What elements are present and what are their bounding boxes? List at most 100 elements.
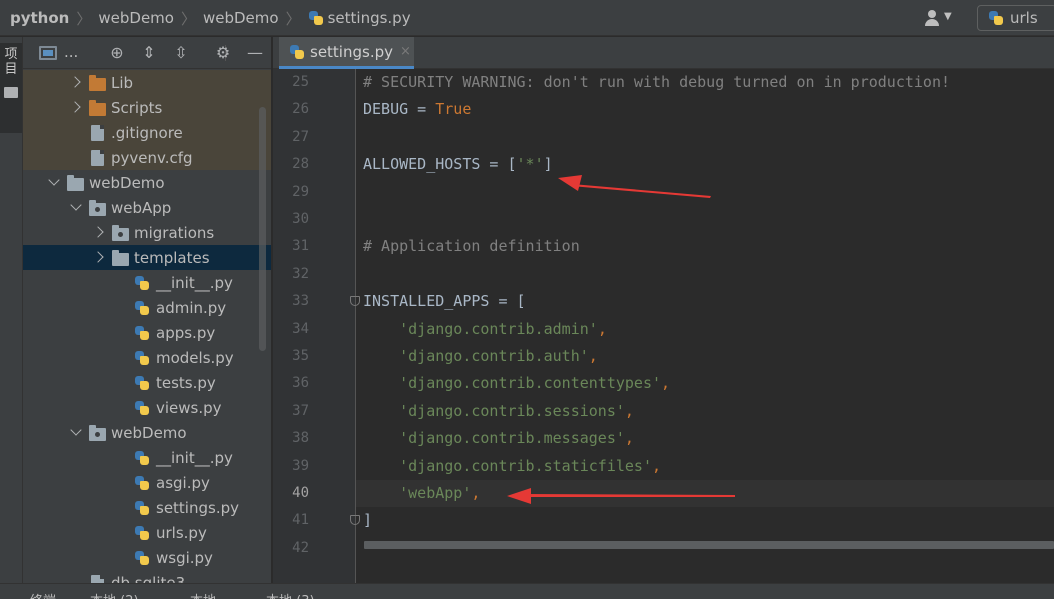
tree-item[interactable]: __init__.py bbox=[23, 445, 271, 470]
python-file-icon bbox=[134, 525, 150, 541]
bottom-tool-bar: 终端 本地 (2) 本地 本地 (3) bbox=[0, 583, 1054, 599]
package-folder-icon bbox=[89, 425, 106, 441]
close-icon[interactable]: × bbox=[400, 44, 411, 59]
python-file-icon bbox=[134, 275, 150, 291]
breadcrumb-item-package[interactable]: webDemo bbox=[203, 9, 279, 27]
python-icon bbox=[988, 10, 1004, 26]
tree-item[interactable]: Scripts bbox=[23, 95, 271, 120]
breadcrumb-item-project[interactable]: python bbox=[10, 9, 69, 27]
tree-item[interactable]: migrations bbox=[23, 220, 271, 245]
tree-item-label: apps.py bbox=[156, 323, 216, 342]
code-editor[interactable]: 25 26 27 28 29 30 31 32 33 34 35 36 37 38 39 40 41 42 # S… bbox=[273, 69, 1054, 583]
tree-item-label: pyvenv.cfg bbox=[111, 148, 193, 167]
folder-icon bbox=[4, 87, 18, 98]
tree-item[interactable]: pyvenv.cfg bbox=[23, 145, 271, 170]
python-file-icon bbox=[134, 400, 150, 416]
project-panel-scrollbar[interactable] bbox=[259, 107, 266, 351]
chevron-right-icon[interactable] bbox=[92, 250, 106, 264]
python-file-icon bbox=[134, 475, 150, 491]
chevron-right-icon[interactable] bbox=[92, 225, 106, 239]
breadcrumb-item-file[interactable]: settings.py bbox=[328, 9, 411, 27]
user-menu-button[interactable]: ▼ bbox=[922, 8, 958, 28]
folder-icon bbox=[89, 100, 106, 116]
breadcrumb-separator-icon: 〉 bbox=[285, 9, 301, 28]
arrow-shaft-icon bbox=[571, 184, 711, 198]
python-file-icon bbox=[134, 500, 150, 516]
tree-item-label: urls.py bbox=[156, 523, 207, 542]
tree-item[interactable]: admin.py bbox=[23, 295, 271, 320]
gear-icon[interactable]: ⚙ bbox=[213, 43, 233, 63]
run-configuration-select[interactable]: urls bbox=[977, 5, 1054, 31]
breadcrumb-item-folder[interactable]: webDemo bbox=[98, 9, 174, 27]
tree-item[interactable]: Lib bbox=[23, 70, 271, 95]
file-icon bbox=[91, 125, 104, 141]
tree-item-label: tests.py bbox=[156, 373, 216, 392]
tab-settings-py[interactable]: settings.py × bbox=[279, 37, 414, 69]
breadcrumb: python 〉 webDemo 〉 webDemo 〉 settings.py bbox=[10, 0, 411, 36]
expand-all-icon[interactable]: ⇕ bbox=[139, 43, 159, 63]
file-icon bbox=[91, 575, 104, 583]
annotation-arrow-allowed-hosts bbox=[507, 175, 735, 504]
terminal-session-tab[interactable]: 本地 (2) bbox=[90, 590, 139, 599]
arrow-head-icon bbox=[558, 175, 582, 191]
tree-item-label: webDemo bbox=[89, 173, 165, 192]
tree-item-label: db.sqlite3 bbox=[111, 573, 186, 584]
tree-item[interactable]: webApp bbox=[23, 195, 271, 220]
package-folder-icon bbox=[112, 225, 129, 241]
tree-item-label: __init__.py bbox=[156, 448, 233, 467]
tree-item[interactable]: views.py bbox=[23, 395, 271, 420]
project-view-selector[interactable]: ... bbox=[64, 43, 78, 61]
collapse-all-icon[interactable]: ⇳ bbox=[171, 43, 191, 63]
python-file-icon bbox=[134, 450, 150, 466]
chevron-down-icon[interactable] bbox=[69, 425, 83, 439]
tree-item[interactable]: db.sqlite3 bbox=[23, 570, 271, 584]
python-file-icon bbox=[134, 325, 150, 341]
python-file-icon bbox=[134, 350, 150, 366]
user-icon bbox=[928, 10, 936, 18]
minimize-icon[interactable]: — bbox=[245, 43, 265, 63]
python-file-icon bbox=[134, 300, 150, 316]
tree-item[interactable]: templates bbox=[23, 245, 271, 270]
tree-item[interactable]: settings.py bbox=[23, 495, 271, 520]
project-tool-window-tab[interactable]: 项目 bbox=[0, 43, 22, 133]
project-panel: ... ⊕ ⇕ ⇳ ⚙ — Lib Scripts .gitignore pyvenv… bbox=[23, 37, 272, 583]
tree-item[interactable]: apps.py bbox=[23, 320, 271, 345]
chevron-right-icon[interactable] bbox=[69, 75, 83, 89]
breadcrumb-separator-icon: 〉 bbox=[180, 9, 196, 28]
folder-icon bbox=[112, 250, 129, 266]
terminal-session-tab[interactable]: 本地 (3) bbox=[266, 590, 315, 599]
tree-item[interactable]: __init__.py bbox=[23, 270, 271, 295]
chevron-down-icon[interactable] bbox=[47, 175, 61, 189]
tree-item-label: __init__.py bbox=[156, 273, 233, 292]
tree-item[interactable]: asgi.py bbox=[23, 470, 271, 495]
tree-item-label: templates bbox=[134, 248, 210, 267]
tree-item-label: migrations bbox=[134, 223, 215, 242]
project-tab-label: 项目 bbox=[4, 47, 18, 77]
arrow-shaft-icon bbox=[523, 494, 735, 497]
tree-item[interactable]: webDemo bbox=[23, 170, 271, 195]
editor-tab-bar: settings.py × bbox=[273, 37, 1054, 69]
tree-item-label: settings.py bbox=[156, 498, 239, 517]
locate-icon[interactable]: ⊕ bbox=[107, 43, 127, 63]
tree-item-label: models.py bbox=[156, 348, 234, 367]
tree-item[interactable]: urls.py bbox=[23, 520, 271, 545]
terminal-session-tab[interactable]: 本地 bbox=[190, 590, 216, 599]
python-file-icon bbox=[289, 44, 305, 60]
tree-item[interactable]: tests.py bbox=[23, 370, 271, 395]
python-file-icon bbox=[134, 375, 150, 391]
file-icon bbox=[91, 150, 104, 166]
tree-item[interactable]: models.py bbox=[23, 345, 271, 370]
breadcrumb-separator-icon: 〉 bbox=[76, 9, 92, 28]
terminal-tab[interactable]: 终端 bbox=[30, 590, 56, 599]
chevron-right-icon[interactable] bbox=[69, 100, 83, 114]
tree-item[interactable]: wsgi.py bbox=[23, 545, 271, 570]
tree-item-label: Scripts bbox=[111, 98, 163, 117]
chevron-down-icon[interactable] bbox=[69, 200, 83, 214]
tree-item[interactable]: webDemo bbox=[23, 420, 271, 445]
package-folder-icon bbox=[89, 200, 106, 216]
tree-item-label: admin.py bbox=[156, 298, 227, 317]
tree-item-label: wsgi.py bbox=[156, 548, 213, 567]
tree-item[interactable]: .gitignore bbox=[23, 120, 271, 145]
tree-item-label: Lib bbox=[111, 73, 134, 92]
project-view-icon[interactable] bbox=[39, 46, 57, 60]
